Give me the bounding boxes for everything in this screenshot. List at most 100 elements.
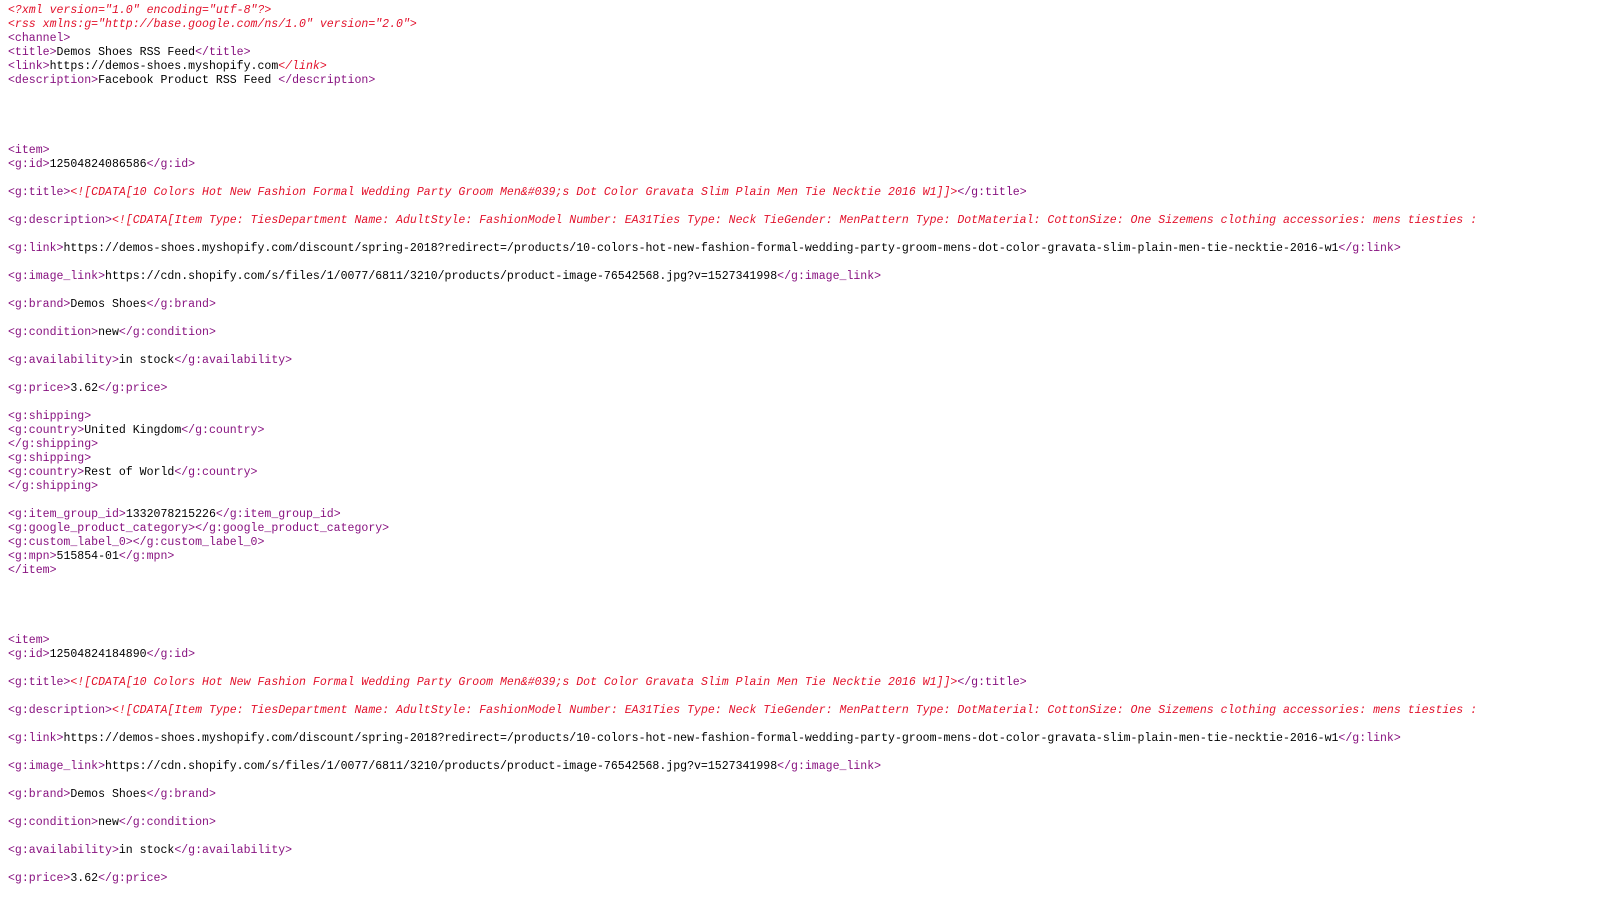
- xml-tag: </g:id>: [146, 158, 196, 171]
- xml-tag: <g:brand>: [8, 298, 71, 311]
- xml-text: https://cdn.shopify.com/s/files/1/0077/6…: [105, 760, 778, 773]
- xml-tag: </g:country>: [174, 466, 258, 479]
- xml-line: <channel>: [8, 32, 1600, 46]
- xml-line: <g:description><![CDATA[Item Type: TiesD…: [8, 214, 1600, 228]
- xml-tag: <g:title>: [8, 186, 71, 199]
- xml-cdata: <![CDATA[Item Type: TiesDepartment Name:…: [111, 704, 1478, 717]
- xml-tag: <g:custom_label_0>: [8, 536, 133, 549]
- xml-tag: <g:image_link>: [8, 760, 106, 773]
- xml-tag: </g:mpn>: [118, 550, 175, 563]
- xml-tag: </g:title>: [957, 186, 1027, 199]
- xml-line: <g:link>https://demos-shoes.myshopify.co…: [8, 242, 1600, 256]
- xml-line: <g:title><![CDATA[10 Colors Hot New Fash…: [8, 676, 1600, 690]
- xml-tag: </g:link>: [1338, 732, 1401, 745]
- xml-tag: <g:description>: [8, 704, 112, 717]
- xml-tag: <g:price>: [8, 382, 71, 395]
- xml-text: new: [98, 326, 119, 339]
- xml-tag: <item>: [8, 634, 50, 647]
- xml-text: Rest of World: [84, 466, 175, 479]
- xml-tag: <g:link>: [8, 242, 64, 255]
- xml-tag: <g:id>: [8, 648, 50, 661]
- xml-line: <g:brand>Demos Shoes</g:brand>: [8, 788, 1600, 802]
- xml-declaration: <rss xmlns:g="http://base.google.com/ns/…: [8, 18, 417, 31]
- xml-tag: </g:availability>: [174, 844, 293, 857]
- xml-tag: <g:id>: [8, 158, 50, 171]
- xml-text: 3.62: [70, 872, 99, 885]
- xml-tag: </g:price>: [98, 382, 168, 395]
- xml-line: <g:price>3.62</g:price>: [8, 872, 1600, 886]
- xml-line: <g:image_link>https://cdn.shopify.com/s/…: [8, 760, 1600, 774]
- xml-line: <description>Facebook Product RSS Feed <…: [8, 74, 1600, 88]
- xml-tag: <title>: [8, 46, 57, 59]
- xml-text: https://cdn.shopify.com/s/files/1/0077/6…: [105, 270, 778, 283]
- xml-tag: </g:country>: [181, 424, 265, 437]
- xml-line: <g:availability>in stock</g:availability…: [8, 354, 1600, 368]
- xml-tag: <g:brand>: [8, 788, 71, 801]
- xml-tag: <item>: [8, 144, 50, 157]
- xml-line: <g:shipping>: [8, 452, 1600, 466]
- xml-tag: <g:condition>: [8, 326, 99, 339]
- xml-text: United Kingdom: [84, 424, 182, 437]
- xml-line: <g:item_group_id>1332078215226</g:item_g…: [8, 508, 1600, 522]
- xml-text: 12504824184890: [49, 648, 147, 661]
- xml-tag: <g:google_product_category>: [8, 522, 196, 535]
- xml-line: <g:custom_label_0></g:custom_label_0>: [8, 536, 1600, 550]
- xml-tag: <g:availability>: [8, 354, 119, 367]
- xml-tag: </g:image_link>: [777, 270, 882, 283]
- xml-tag: </g:google_product_category>: [195, 522, 390, 535]
- xml-tag: </g:image_link>: [777, 760, 882, 773]
- xml-tag: <g:link>: [8, 732, 64, 745]
- xml-text: https://demos-shoes.myshopify.com/discou…: [63, 732, 1339, 745]
- xml-tag: <g:price>: [8, 872, 71, 885]
- xml-text: in stock: [118, 354, 175, 367]
- xml-declaration: <?xml version="1.0" encoding="utf-8"?>: [8, 4, 272, 17]
- xml-tag: <g:country>: [8, 424, 85, 437]
- xml-line: <title>Demos Shoes RSS Feed</title>: [8, 46, 1600, 60]
- xml-tag: <g:description>: [8, 214, 112, 227]
- xml-text: Demos Shoes: [70, 298, 147, 311]
- xml-tag: <g:mpn>: [8, 550, 57, 563]
- xml-line: <g:description><![CDATA[Item Type: TiesD…: [8, 704, 1600, 718]
- xml-tag: </g:brand>: [146, 298, 216, 311]
- xml-text: Facebook Product RSS Feed: [98, 74, 279, 87]
- xml-text: Demos Shoes: [70, 788, 147, 801]
- xml-line: <g:shipping>: [8, 410, 1600, 424]
- xml-tag: <channel>: [8, 32, 71, 45]
- xml-tag: <g:item_group_id>: [8, 508, 126, 521]
- xml-line: <g:condition>new</g:condition>: [8, 816, 1600, 830]
- xml-line: <g:link>https://demos-shoes.myshopify.co…: [8, 732, 1600, 746]
- xml-line: <?xml version="1.0" encoding="utf-8"?>: [8, 4, 1600, 18]
- xml-tag: </g:availability>: [174, 354, 293, 367]
- xml-line: <g:google_product_category></g:google_pr…: [8, 522, 1600, 536]
- xml-tag: </description>: [278, 74, 376, 87]
- xml-line: <g:mpn>515854-01</g:mpn>: [8, 550, 1600, 564]
- xml-tag: </g:id>: [146, 648, 196, 661]
- xml-line: <g:brand>Demos Shoes</g:brand>: [8, 298, 1600, 312]
- xml-tag: <g:title>: [8, 676, 71, 689]
- xml-tag: </item>: [8, 564, 57, 577]
- xml-line: <link>https://demos-shoes.myshopify.com<…: [8, 60, 1600, 74]
- xml-line: </item>: [8, 564, 1600, 578]
- xml-cdata: <![CDATA[Item Type: TiesDepartment Name:…: [111, 214, 1478, 227]
- xml-cdata: <![CDATA[10 Colors Hot New Fashion Forma…: [70, 676, 958, 689]
- xml-line: <g:title><![CDATA[10 Colors Hot New Fash…: [8, 186, 1600, 200]
- xml-text: 12504824086586: [49, 158, 147, 171]
- xml-tag: </g:shipping>: [8, 438, 99, 451]
- xml-tag: </g:custom_label_0>: [132, 536, 265, 549]
- xml-line: <item>: [8, 144, 1600, 158]
- xml-line: <g:price>3.62</g:price>: [8, 382, 1600, 396]
